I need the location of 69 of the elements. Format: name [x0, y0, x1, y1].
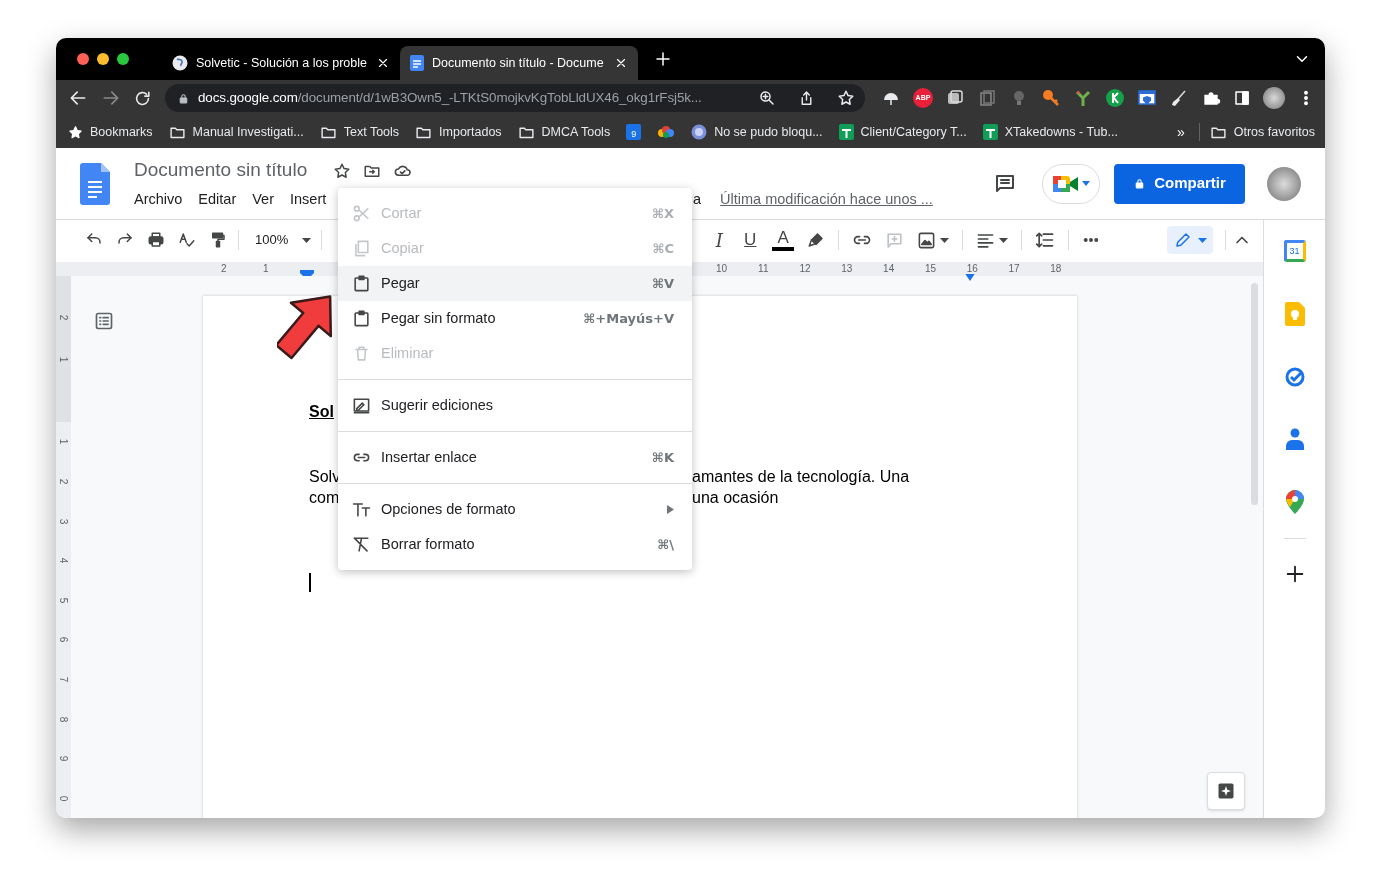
url-text: docs.google.com/document/d/1wB3Own5_-LTKtS0mojkvKgTobLldUX46_okg1rFsj5k...: [198, 88, 703, 107]
last-edit-link[interactable]: Última modificación hace unos ...: [720, 188, 933, 211]
shortcut-text: ⌘X: [651, 204, 674, 223]
ruler-number: 2: [57, 477, 70, 487]
calendar-bookmark-icon[interactable]: 9: [626, 124, 642, 140]
bookmark-link[interactable]: Importados: [415, 122, 502, 142]
shortcut-text: ⌘K: [651, 448, 674, 467]
text-color-button[interactable]: A: [772, 229, 795, 251]
menu-item[interactable]: Insertar enlace ⌘K: [338, 440, 692, 475]
tab-title: Documento sin título - Docume: [432, 54, 605, 72]
menu-item[interactable]: Borrar formato ⌘\: [338, 527, 692, 562]
bookmark-link[interactable]: No se pudo bloqu...: [691, 122, 823, 142]
menu-item[interactable]: Insert: [290, 188, 327, 211]
ruler-number: 10: [714, 262, 729, 276]
ruler-number: 1: [261, 262, 270, 276]
ruler-number: 18: [1049, 262, 1063, 276]
ruler-number: 2: [220, 262, 228, 276]
ruler-number: 5: [57, 596, 70, 605]
zoom-select[interactable]: 100%: [255, 230, 289, 250]
ruler-number: 9: [57, 754, 70, 764]
body-text: amantes de la tecnología. Una: [692, 467, 911, 487]
menu-item[interactable]: Editar: [198, 188, 237, 211]
menu-item[interactable]: a: [693, 188, 702, 211]
ruler-number: 2: [57, 314, 70, 323]
ruler-number: 16: [965, 262, 979, 276]
ruler-number: 1: [57, 355, 70, 365]
shortcut-text: ⌘V: [651, 274, 674, 293]
ruler-number: 0: [57, 794, 70, 803]
ruler-number: 14: [882, 262, 896, 276]
ruler-number: 8: [57, 715, 70, 724]
more-bookmarks-button[interactable]: »: [1176, 121, 1185, 143]
menu-item[interactable]: Ver: [252, 188, 274, 211]
shortcut-text: ⌘\: [657, 535, 674, 554]
bookmark-link[interactable]: Bookmarks: [68, 122, 153, 142]
ruler-number: 12: [798, 262, 812, 276]
bookmark-link[interactable]: XTakedowns - Tub...: [982, 122, 1118, 142]
bookmark-link[interactable]: Text Tools: [319, 122, 400, 142]
shortcut-text: ⌘+Mayús+V: [583, 309, 674, 328]
menu-item[interactable]: Pegar ⌘V: [338, 266, 692, 301]
ruler-number: 11: [757, 262, 770, 276]
tab-title: Solvetic - Solución a los proble: [196, 54, 368, 72]
share-button[interactable]: Compartir: [1114, 163, 1245, 204]
ruler-number: 3: [57, 517, 70, 526]
underline-button[interactable]: U: [741, 227, 760, 253]
ruler-number: 7: [57, 675, 70, 685]
bookmark-link[interactable]: DMCA Tools: [517, 122, 611, 142]
browser-tab[interactable]: Solvetic - Solución a los proble: [162, 46, 400, 80]
bookmark-link[interactable]: Client/Category T...: [838, 122, 967, 142]
body-text: una ocasión: [692, 488, 780, 508]
ruler-number: 17: [1007, 262, 1021, 276]
bookmark-link[interactable]: Otros favoritos: [1209, 122, 1315, 142]
body-text: com: [309, 488, 340, 508]
italic-button[interactable]: I: [710, 226, 729, 254]
ruler-number: 6: [57, 636, 70, 645]
calendar-app-button[interactable]: 31: [1283, 240, 1306, 262]
document-heading: Sol: [309, 402, 334, 422]
menu-item[interactable]: Opciones de formato: [338, 492, 692, 527]
menu-item[interactable]: Pegar sin formato ⌘+Mayús+V: [338, 301, 692, 336]
ruler-number: 4: [57, 556, 70, 566]
ruler-number: 13: [840, 262, 854, 276]
menu-item[interactable]: Sugerir ediciones: [338, 388, 692, 423]
document-title[interactable]: Documento sin título: [134, 156, 308, 185]
menu-item[interactable]: Archivo: [134, 188, 183, 211]
bookmark-link[interactable]: Manual Investigati...: [168, 122, 304, 142]
ruler-number: 15: [923, 262, 938, 276]
shortcut-text: ⌘C: [652, 239, 674, 258]
address-bar[interactable]: docs.google.com/document/d/1wB3Own5_-LTKtS0mojkvKgTobLldUX46_okg1rFsj5k...: [165, 84, 865, 112]
browser-tab[interactable]: Documento sin título - Docume: [400, 46, 638, 80]
ruler-number: 1: [57, 438, 70, 447]
